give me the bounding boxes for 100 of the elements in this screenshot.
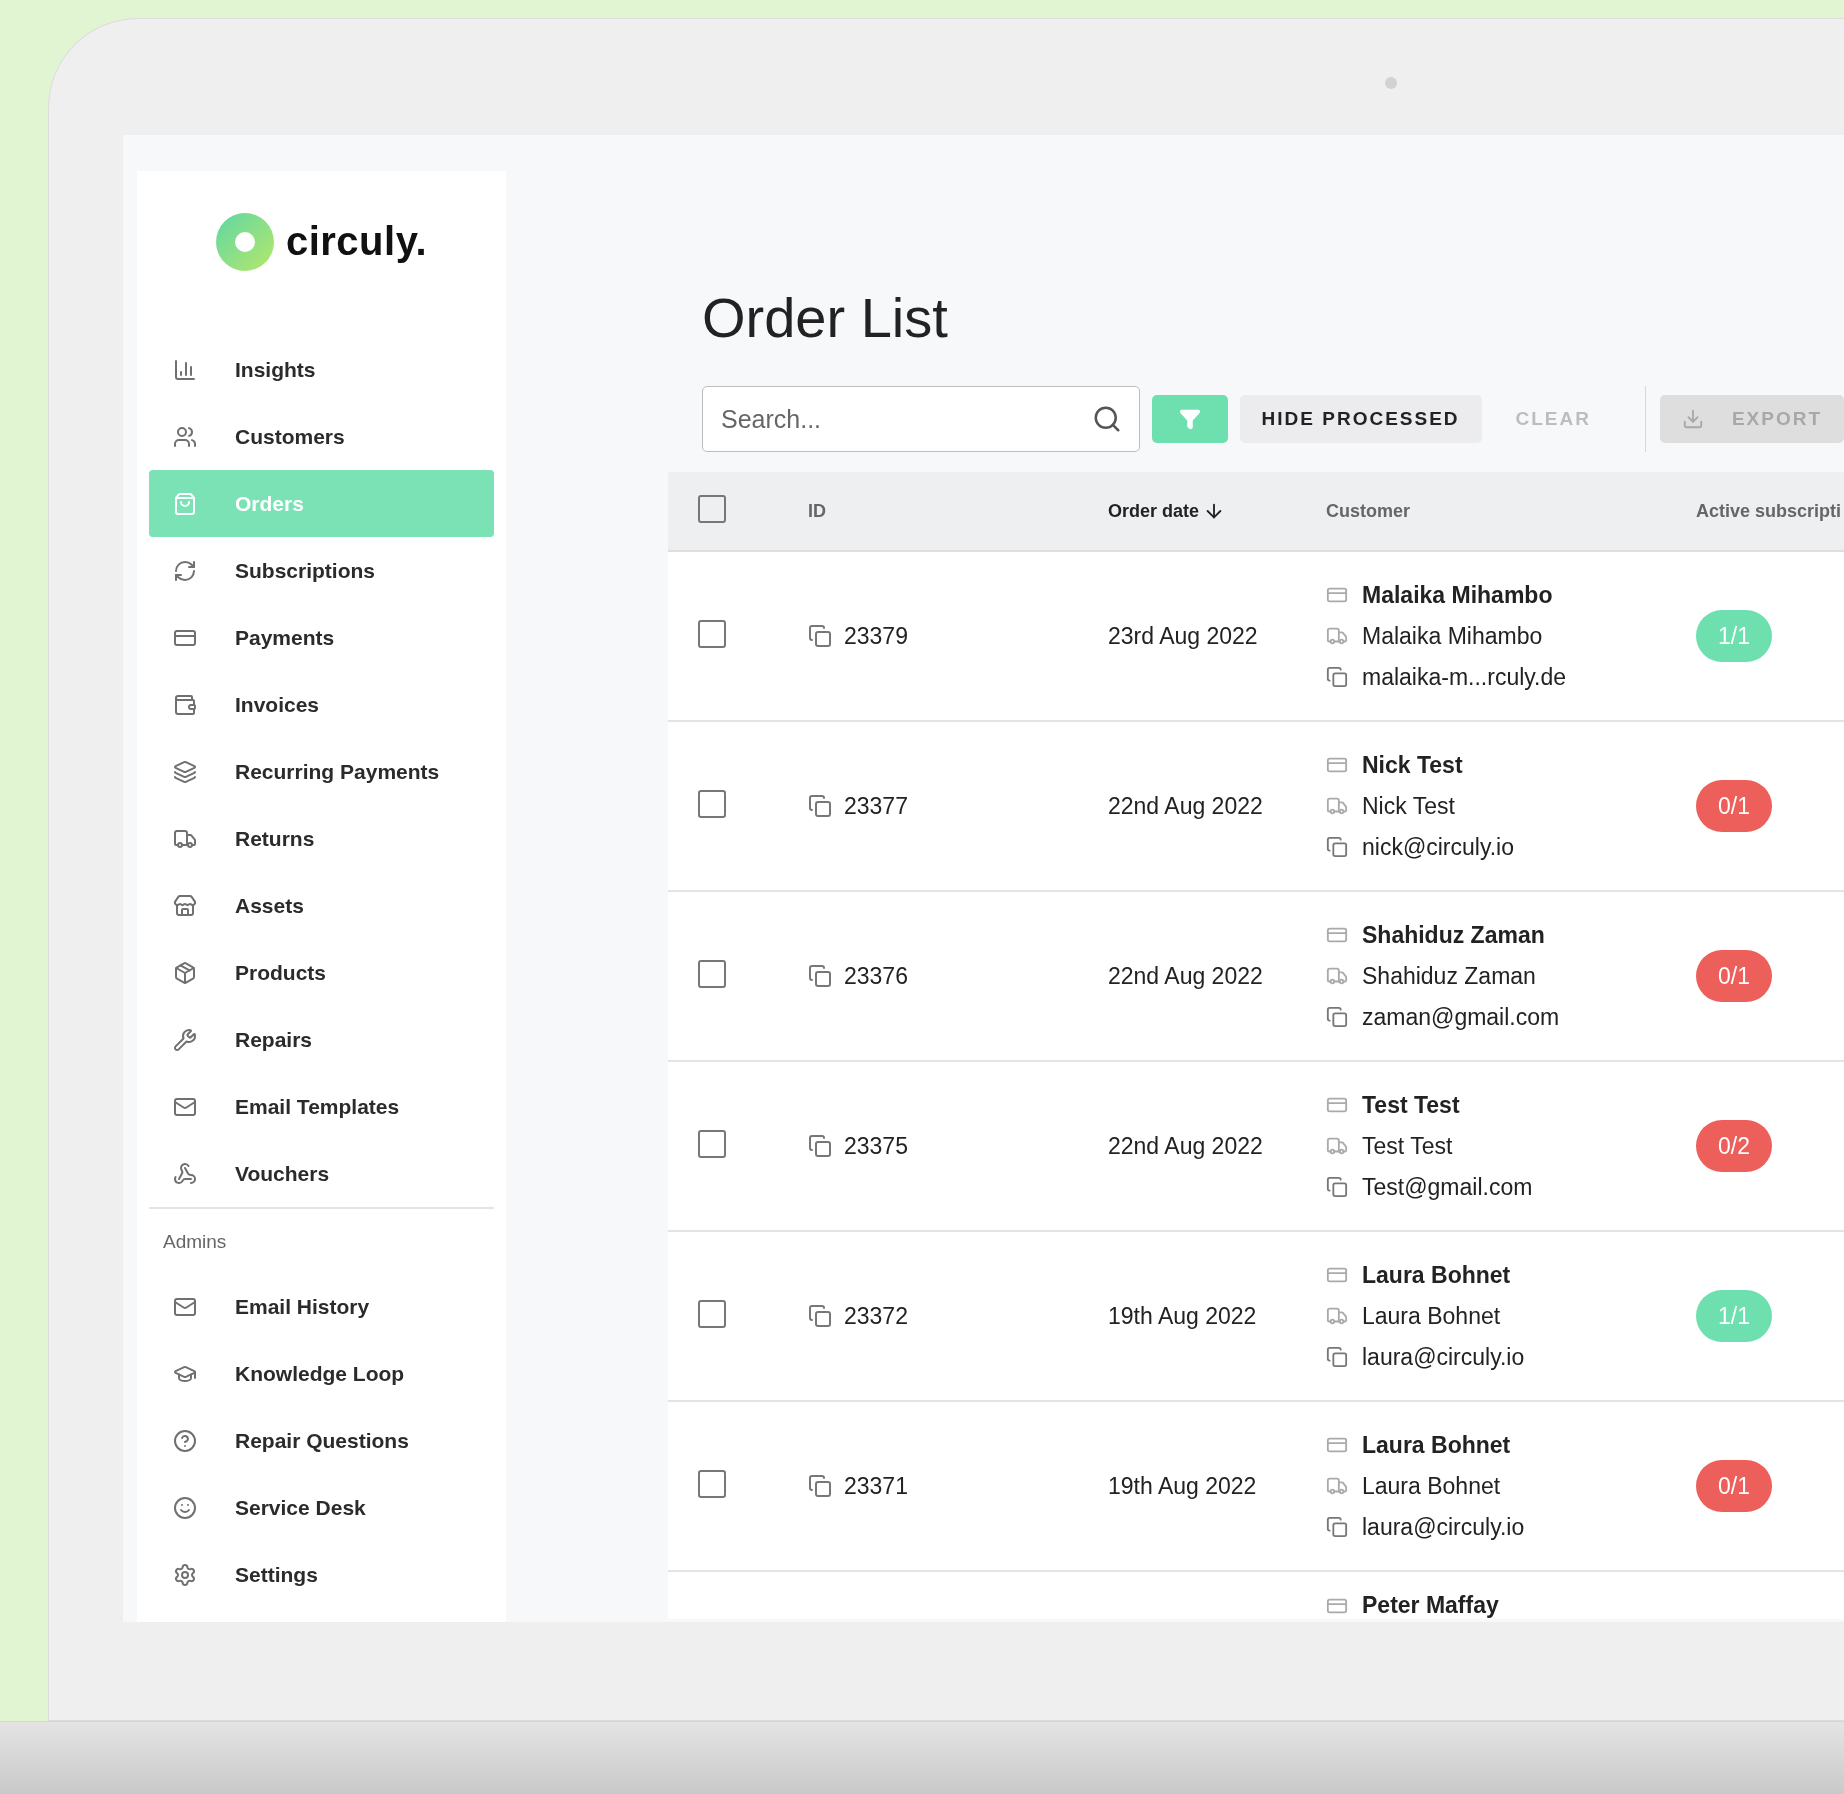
copy-icon[interactable] [1326, 836, 1348, 858]
sidebar-item[interactable]: Email History [149, 1273, 494, 1340]
nav-icon [173, 893, 197, 918]
search-field[interactable]: Search... [702, 386, 1140, 452]
logo-icon [215, 212, 274, 271]
billing-name: Nick Test [1326, 751, 1696, 779]
order-date: 22nd Aug 2022 [1108, 962, 1264, 990]
nav-icon [173, 424, 197, 449]
camera-dot [1385, 77, 1397, 89]
sidebar-item[interactable]: Insights [149, 336, 494, 403]
sidebar-item[interactable]: Payments [149, 604, 494, 671]
copy-icon[interactable] [808, 964, 832, 988]
order-date: 19th Aug 2022 [1108, 1302, 1258, 1330]
page-title: Order List [702, 285, 949, 350]
logo-text: circuly. [285, 219, 428, 264]
checkbox[interactable] [698, 960, 726, 988]
copy-icon[interactable] [1326, 1516, 1348, 1538]
checkbox[interactable] [698, 1470, 726, 1498]
copy-icon[interactable] [808, 794, 832, 818]
customer-email: Test@gmail.com [1326, 1173, 1696, 1201]
billing-name: Peter Maffay [1326, 1592, 1499, 1619]
nav-icon [173, 1161, 197, 1186]
order-id: 23376 [808, 962, 1108, 990]
checkbox[interactable] [698, 790, 726, 818]
subscription-count: 0/1 [1696, 780, 1772, 832]
column-header[interactable]: ID [808, 500, 1108, 522]
subscription-count: 0/2 [1696, 1120, 1772, 1172]
sidebar-item[interactable]: Returns [149, 805, 494, 872]
copy-icon[interactable] [1326, 1006, 1348, 1028]
sidebar-item[interactable]: Recurring Payments [149, 738, 494, 805]
subscription-count: 1/1 [1696, 610, 1772, 662]
nav-icon [173, 692, 197, 717]
download-icon [1681, 408, 1704, 430]
sidebar-item[interactable]: Knowledge Loop [149, 1340, 494, 1407]
truck-icon [1326, 965, 1348, 987]
order-date: 22nd Aug 2022 [1108, 792, 1264, 820]
customer-email: laura@circuly.io [1326, 1513, 1696, 1541]
order-id: 23377 [808, 792, 1108, 820]
copy-icon[interactable] [1326, 1346, 1348, 1368]
sidebar-item[interactable]: Service Desk [149, 1474, 494, 1541]
nav-icon [173, 759, 197, 784]
shipping-name: Test Test [1326, 1132, 1696, 1160]
search-icon [1092, 404, 1122, 434]
checkbox[interactable] [698, 1300, 726, 1328]
sidebar-item[interactable]: Email Templates [149, 1073, 494, 1140]
checkbox[interactable] [698, 495, 726, 523]
billing-name: Laura Bohnet [1326, 1261, 1696, 1289]
sidebar-item[interactable]: Assets [149, 872, 494, 939]
column-header[interactable]: Order date [1108, 500, 1326, 522]
copy-icon[interactable] [1326, 1176, 1348, 1198]
billing-name: Laura Bohnet [1326, 1431, 1696, 1459]
copy-icon[interactable] [808, 1474, 832, 1498]
sidebar-item[interactable]: Vouchers [149, 1140, 494, 1207]
shipping-name: Malaika Mihambo [1326, 622, 1696, 650]
order-id: 23375 [808, 1132, 1108, 1160]
shipping-name: Laura Bohnet [1326, 1302, 1696, 1330]
copy-icon[interactable] [808, 1304, 832, 1328]
checkbox[interactable] [698, 1130, 726, 1158]
shipping-name: Nick Test [1326, 792, 1696, 820]
sidebar-item[interactable]: Repair Questions [149, 1407, 494, 1474]
sidebar-item[interactable]: Subscriptions [149, 537, 494, 604]
customer-email: malaika-m...rculy.de [1326, 663, 1696, 691]
column-header[interactable]: Customer [1326, 500, 1696, 522]
nav-icon [173, 1428, 197, 1453]
hide-processed-button[interactable]: HIDE PROCESSED [1239, 395, 1482, 443]
checkbox[interactable] [698, 620, 726, 648]
order-date: 19th Aug 2022 [1108, 1472, 1258, 1500]
section-title: Admins [162, 1230, 228, 1254]
sidebar-item[interactable]: Repairs [149, 1006, 494, 1073]
nav-icon [173, 1027, 197, 1052]
truck-icon [1326, 1475, 1348, 1497]
billing-name: Test Test [1326, 1091, 1696, 1119]
customer-email: zaman@gmail.com [1326, 1003, 1696, 1031]
order-id: 23379 [808, 622, 1108, 650]
customer-email: nick@circuly.io [1326, 833, 1696, 861]
copy-icon[interactable] [1326, 666, 1348, 688]
truck-icon [1326, 795, 1348, 817]
sidebar-item[interactable]: Settings [149, 1541, 494, 1608]
column-header[interactable]: Active subscripti [1696, 500, 1844, 522]
sidebar-item[interactable]: Invoices [149, 671, 494, 738]
shipping-name: Shahiduz Zaman [1326, 962, 1696, 990]
nav-icon [173, 357, 197, 382]
copy-icon[interactable] [808, 624, 832, 648]
nav-icon [173, 491, 197, 516]
order-date: 23rd Aug 2022 [1108, 622, 1259, 650]
order-id: 23372 [808, 1302, 1108, 1330]
nav-icon [173, 1562, 197, 1587]
customer-email: laura@circuly.io [1326, 1343, 1696, 1371]
billing-name: Malaika Mihambo [1326, 581, 1696, 609]
sidebar-item[interactable]: Customers [149, 403, 494, 470]
subscription-count: 0/1 [1696, 950, 1772, 1002]
subscription-count: 1/1 [1696, 1290, 1772, 1342]
copy-icon[interactable] [808, 1134, 832, 1158]
shipping-name: Laura Bohnet [1326, 1472, 1696, 1500]
order-id: 23371 [808, 1472, 1108, 1500]
sidebar-item[interactable]: Products [149, 939, 494, 1006]
nav-icon [173, 558, 197, 583]
truck-icon [1326, 625, 1348, 647]
filter-icon [1178, 408, 1201, 430]
truck-icon [1326, 1305, 1348, 1327]
